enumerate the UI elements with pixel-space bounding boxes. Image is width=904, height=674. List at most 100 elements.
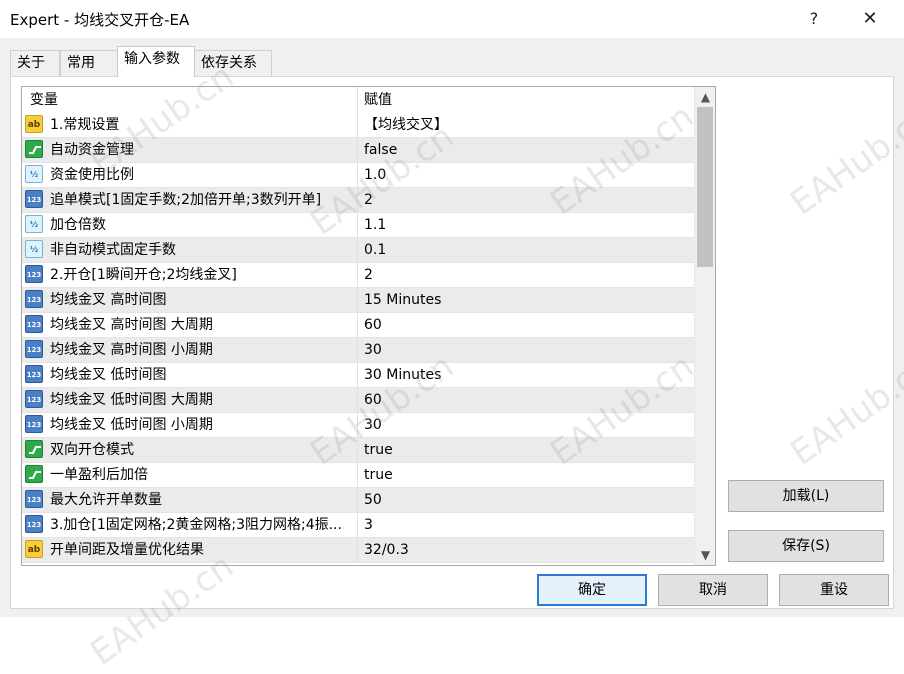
value-cell[interactable]: 2 <box>358 188 694 212</box>
variable-name: 加仓倍数 <box>50 217 106 233</box>
table-row[interactable]: 自动资金管理 false <box>22 138 694 163</box>
integer-type-icon: 123 <box>25 390 43 408</box>
column-header-variable[interactable]: 变量 <box>22 87 358 113</box>
save-button[interactable]: 保存(S) <box>728 530 884 562</box>
table-row[interactable]: 123 最大允许开单数量 50 <box>22 488 694 513</box>
variable-name: 2.开仓[1瞬间开仓;2均线金叉] <box>50 267 237 283</box>
integer-type-icon: 123 <box>25 515 43 533</box>
variable-name: 追单模式[1固定手数;2加倍开单;3数列开单] <box>50 192 322 208</box>
double-type-icon: ½ <box>25 215 43 233</box>
variable-name: 资金使用比例 <box>50 167 134 183</box>
value-cell[interactable]: 3 <box>358 513 694 537</box>
variable-name: 均线金叉 高时间图 小周期 <box>50 342 213 358</box>
variable-cell[interactable]: 自动资金管理 <box>22 138 358 162</box>
variable-cell[interactable]: 一单盈利后加倍 <box>22 463 358 487</box>
variable-cell[interactable]: ½ 加仓倍数 <box>22 213 358 237</box>
table-row[interactable]: 123 均线金叉 低时间图 小周期 30 <box>22 413 694 438</box>
cancel-button[interactable]: 取消 <box>658 574 768 606</box>
variable-cell[interactable]: 123 均线金叉 高时间图 <box>22 288 358 312</box>
grid-rows: ab 1.常规设置 【均线交叉】 自动资金管理 false ½ 资金使用比例 1.0 123 追单… <box>22 113 694 563</box>
value-cell[interactable]: 60 <box>358 313 694 337</box>
variable-cell[interactable]: ab 开单间距及增量优化结果 <box>22 538 358 562</box>
double-type-icon: ½ <box>25 240 43 258</box>
variable-cell[interactable]: 123 最大允许开单数量 <box>22 488 358 512</box>
parameter-grid: 变量 赋值 ab 1.常规设置 【均线交叉】自动资金管理 false ½ 资金使用比例 1.… <box>21 86 716 566</box>
variable-name: 均线金叉 高时间图 <box>50 292 167 308</box>
reset-button[interactable]: 重设 <box>779 574 889 606</box>
value-cell[interactable]: 50 <box>358 488 694 512</box>
integer-type-icon: 123 <box>25 490 43 508</box>
column-header-value[interactable]: 赋值 <box>358 87 694 113</box>
variable-name: 非自动模式固定手数 <box>50 242 176 258</box>
double-type-icon: ½ <box>25 165 43 183</box>
variable-name: 3.加仓[1固定网格;2黄金网格;3阻力网格;4振... <box>50 517 342 533</box>
load-button[interactable]: 加载(L) <box>728 480 884 512</box>
variable-cell[interactable]: 123 均线金叉 高时间图 小周期 <box>22 338 358 362</box>
table-row[interactable]: ½ 非自动模式固定手数 0.1 <box>22 238 694 263</box>
close-icon[interactable]: ✕ <box>852 6 888 32</box>
variable-cell[interactable]: ½ 资金使用比例 <box>22 163 358 187</box>
table-row[interactable]: ½ 加仓倍数 1.1 <box>22 213 694 238</box>
value-cell[interactable]: 15 Minutes <box>358 288 694 312</box>
scroll-up-icon[interactable]: ▲ <box>695 87 715 107</box>
variable-cell[interactable]: 123 均线金叉 低时间图 小周期 <box>22 413 358 437</box>
table-row[interactable]: 123 均线金叉 低时间图 30 Minutes <box>22 363 694 388</box>
variable-cell[interactable]: ab 1.常规设置 <box>22 113 358 137</box>
string-type-icon: ab <box>25 115 43 133</box>
tab-common[interactable]: 常用 <box>60 50 118 76</box>
value-cell[interactable]: 30 <box>358 413 694 437</box>
table-row[interactable]: 123 均线金叉 高时间图 大周期 60 <box>22 313 694 338</box>
table-row[interactable]: ab 1.常规设置 【均线交叉】 <box>22 113 694 138</box>
variable-cell[interactable]: 123 均线金叉 低时间图 大周期 <box>22 388 358 412</box>
value-cell[interactable]: 【均线交叉】 <box>358 113 694 137</box>
variable-name: 双向开仓模式 <box>50 442 134 458</box>
title-bar: Expert - 均线交叉开仓-EA ? ✕ <box>0 0 904 38</box>
help-button[interactable]: ? <box>796 6 832 32</box>
value-cell[interactable]: 32/0.3 <box>358 538 694 562</box>
table-row[interactable]: ½ 资金使用比例 1.0 <box>22 163 694 188</box>
table-row[interactable]: 123 均线金叉 低时间图 大周期 60 <box>22 388 694 413</box>
value-cell[interactable]: false <box>358 138 694 162</box>
variable-name: 最大允许开单数量 <box>50 492 162 508</box>
table-row[interactable]: 双向开仓模式 true <box>22 438 694 463</box>
variable-cell[interactable]: ½ 非自动模式固定手数 <box>22 238 358 262</box>
table-row[interactable]: 123 均线金叉 高时间图 15 Minutes <box>22 288 694 313</box>
table-row[interactable]: 123 追单模式[1固定手数;2加倍开单;3数列开单] 2 <box>22 188 694 213</box>
integer-type-icon: 123 <box>25 265 43 283</box>
integer-type-icon: 123 <box>25 340 43 358</box>
variable-cell[interactable]: 双向开仓模式 <box>22 438 358 462</box>
table-row[interactable]: 123 2.开仓[1瞬间开仓;2均线金叉] 2 <box>22 263 694 288</box>
value-cell[interactable]: 30 Minutes <box>358 363 694 387</box>
value-cell[interactable]: 1.1 <box>358 213 694 237</box>
value-cell[interactable]: 30 <box>358 338 694 362</box>
table-row[interactable]: 123 3.加仓[1固定网格;2黄金网格;3阻力网格;4振... 3 <box>22 513 694 538</box>
value-cell[interactable]: true <box>358 463 694 487</box>
variable-cell[interactable]: 123 追单模式[1固定手数;2加倍开单;3数列开单] <box>22 188 358 212</box>
tab-inputs[interactable]: 输入参数 <box>117 46 195 77</box>
value-cell[interactable]: 0.1 <box>358 238 694 262</box>
value-cell[interactable]: 60 <box>358 388 694 412</box>
variable-cell[interactable]: 123 均线金叉 高时间图 大周期 <box>22 313 358 337</box>
tab-dependencies[interactable]: 依存关系 <box>194 50 272 76</box>
table-row[interactable]: 一单盈利后加倍 true <box>22 463 694 488</box>
table-row[interactable]: 123 均线金叉 高时间图 小周期 30 <box>22 338 694 363</box>
value-cell[interactable]: 1.0 <box>358 163 694 187</box>
scroll-down-icon[interactable]: ▼ <box>695 545 715 565</box>
variable-name: 自动资金管理 <box>50 142 134 158</box>
tab-about[interactable]: 关于 <box>10 50 60 76</box>
value-cell[interactable]: 2 <box>358 263 694 287</box>
ok-button[interactable]: 确定 <box>537 574 647 606</box>
boolean-icon <box>25 440 43 458</box>
value-cell[interactable]: true <box>358 438 694 462</box>
variable-cell[interactable]: 123 3.加仓[1固定网格;2黄金网格;3阻力网格;4振... <box>22 513 358 537</box>
vertical-scrollbar[interactable]: ▲ ▼ <box>694 87 715 565</box>
variable-name: 均线金叉 低时间图 <box>50 367 167 383</box>
string-type-icon: ab <box>25 540 43 558</box>
grid-header: 变量 赋值 <box>22 87 694 113</box>
integer-type-icon: 123 <box>25 415 43 433</box>
scrollbar-thumb[interactable] <box>697 107 713 267</box>
integer-type-icon: 123 <box>25 365 43 383</box>
variable-cell[interactable]: 123 2.开仓[1瞬间开仓;2均线金叉] <box>22 263 358 287</box>
variable-cell[interactable]: 123 均线金叉 低时间图 <box>22 363 358 387</box>
table-row[interactable]: ab 开单间距及增量优化结果 32/0.3 <box>22 538 694 563</box>
